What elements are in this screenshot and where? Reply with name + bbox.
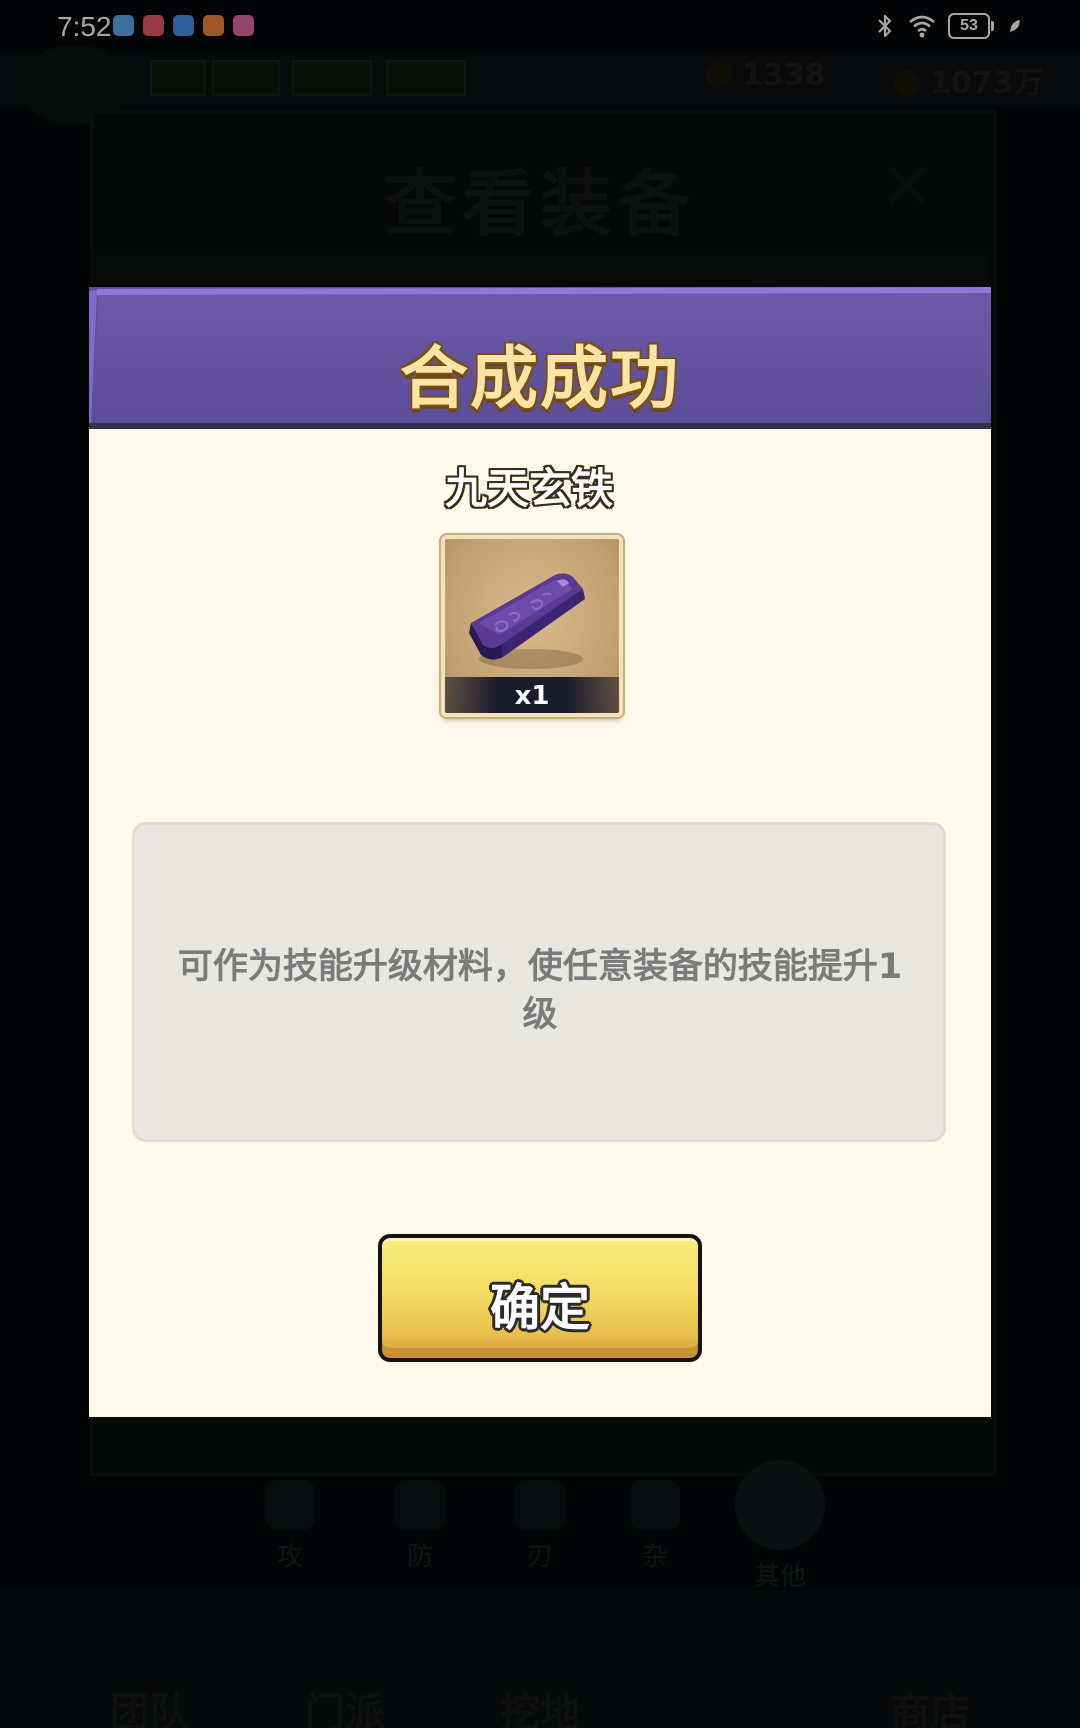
confirm-label: 确定 <box>490 1279 590 1337</box>
dialog-header: 合成成功 <box>89 287 991 429</box>
item-card: x1 <box>441 535 623 717</box>
dialog-title: 合成成功 <box>399 340 680 419</box>
item-description: 可作为技能升级材料，使任意装备的技能提升1级 <box>177 947 903 1035</box>
game-screen: 1338 1073万 查看装备 ✕ 攻 防 刃 杂 其他 团队 门派 挖地 商店… <box>0 0 1080 1728</box>
item-name: 九天玄铁 <box>444 464 613 513</box>
xuantie-ingot-icon <box>469 573 585 669</box>
item-quantity: x1 <box>514 681 550 711</box>
confirm-button[interactable]: 确定 <box>378 1234 702 1362</box>
item-description-box: 可作为技能升级材料，使任意装备的技能提升1级 <box>132 822 946 1142</box>
synthesis-success-dialog: 合成成功 九天玄铁 x1 可作为技能升级材料，使任意装备的技能提升1级 确定 <box>89 287 991 1417</box>
